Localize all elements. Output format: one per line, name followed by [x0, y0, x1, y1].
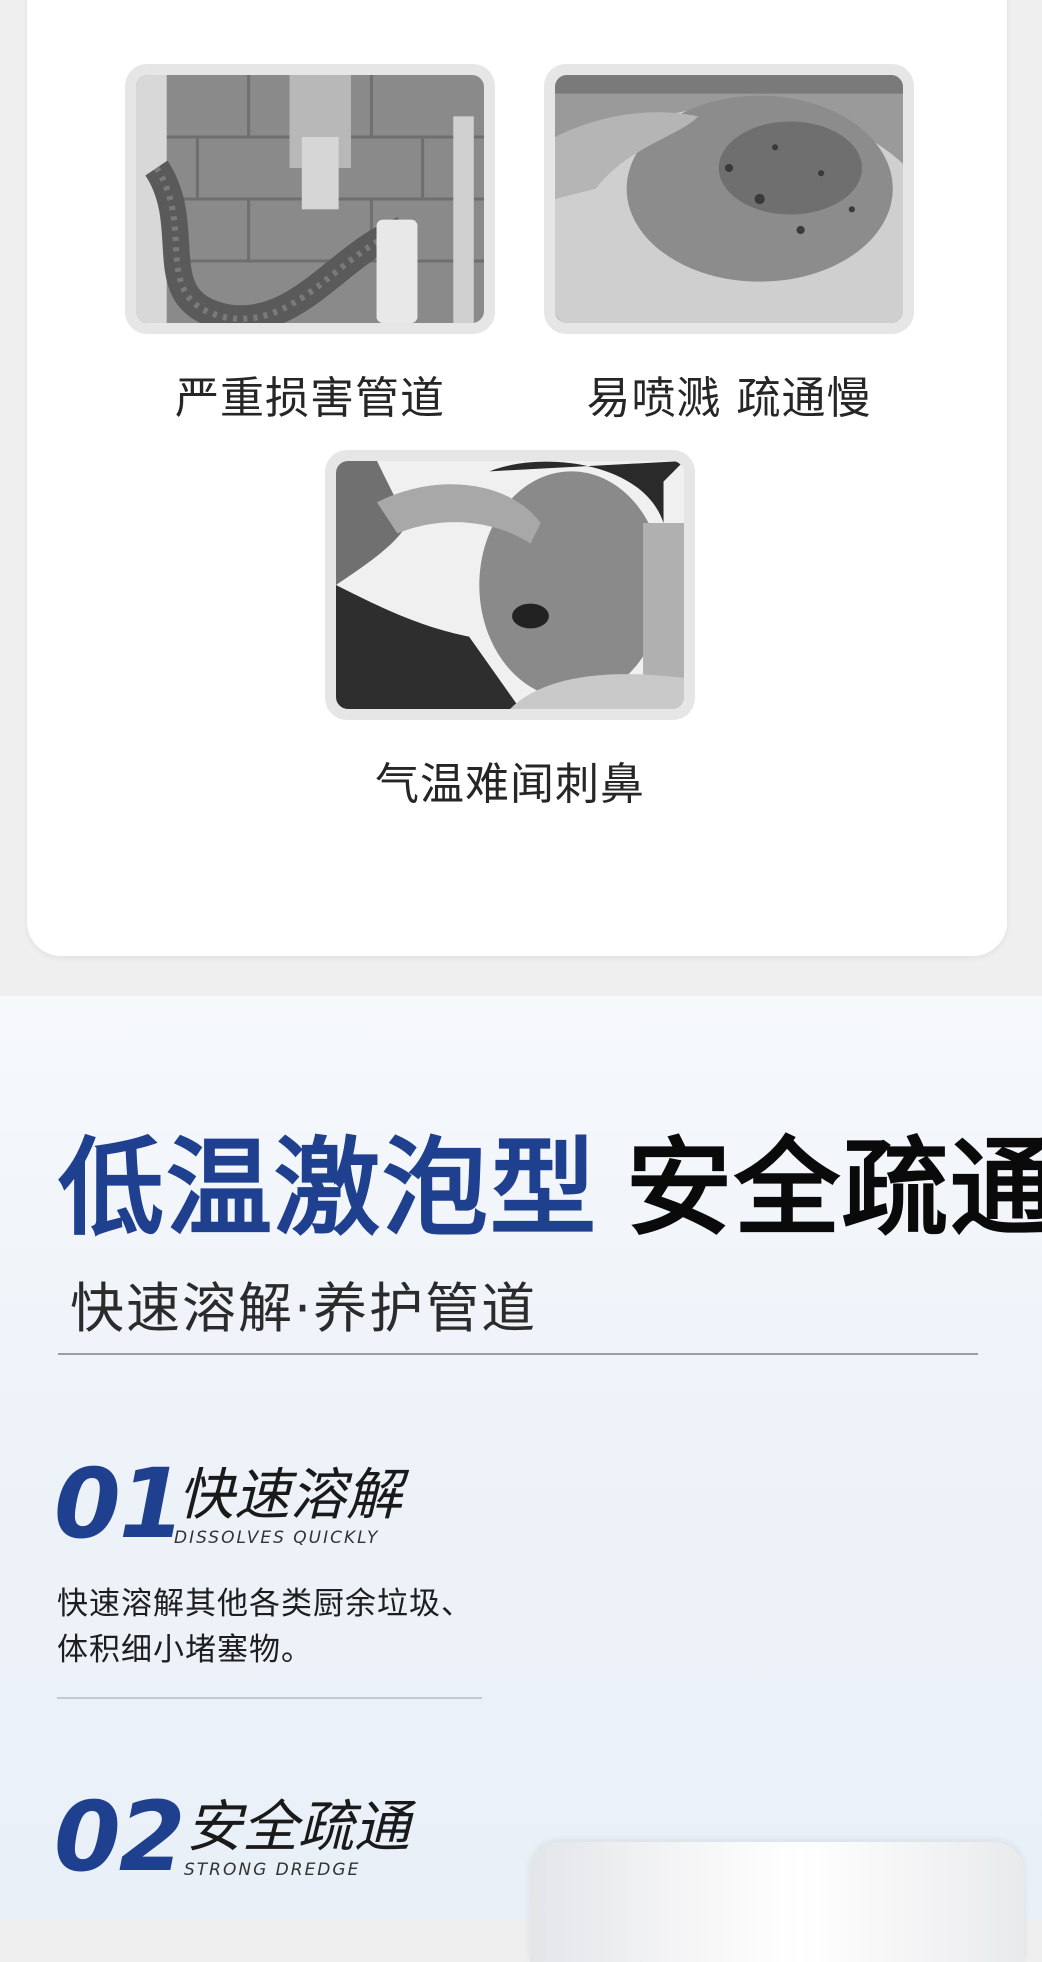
feature-title: 快速溶解	[178, 1463, 402, 1528]
pipe-damage-photo	[125, 64, 495, 334]
feature-description: 快速溶解其他各类厨余垃圾、 体积细小堵塞物。	[57, 1581, 473, 1673]
product-bottle-image	[530, 1842, 1024, 1962]
feature-english: STRONG DREDGE	[184, 1860, 361, 1880]
hero-title: 低温激泡型 安全疏通	[58, 1136, 1042, 1242]
feature-section: 低温激泡型 安全疏通 快速溶解·养护管道 01 快速溶解 DISSOLVES QU…	[0, 996, 1042, 1962]
problem-caption: 气温难闻刺鼻	[375, 759, 645, 810]
splashing-sink-photo	[544, 64, 914, 334]
feature-description-line: 快速溶解其他各类厨余垃圾、	[57, 1586, 473, 1622]
feature-title: 安全疏通	[186, 1795, 410, 1860]
hero-title-black: 安全疏通	[626, 1127, 1042, 1250]
divider	[57, 1697, 482, 1699]
feature-number: 02	[54, 1781, 186, 1893]
problems-card: 严重损害管道 易喷溅 疏通慢 气温难闻刺鼻	[27, 0, 1007, 956]
feature-description-line: 体积细小堵塞物。	[57, 1632, 313, 1668]
problem-caption: 严重损害管道	[175, 373, 445, 424]
feature-english: DISSOLVES QUICKLY	[174, 1528, 380, 1548]
hero-title-blue: 低温激泡型	[58, 1127, 598, 1250]
feature-number: 01	[54, 1448, 186, 1560]
hero-subtitle: 快速溶解·养护管道	[70, 1277, 538, 1340]
problem-caption: 易喷溅 疏通慢	[586, 373, 872, 424]
divider	[58, 1353, 978, 1355]
bad-smell-photo	[325, 450, 695, 720]
